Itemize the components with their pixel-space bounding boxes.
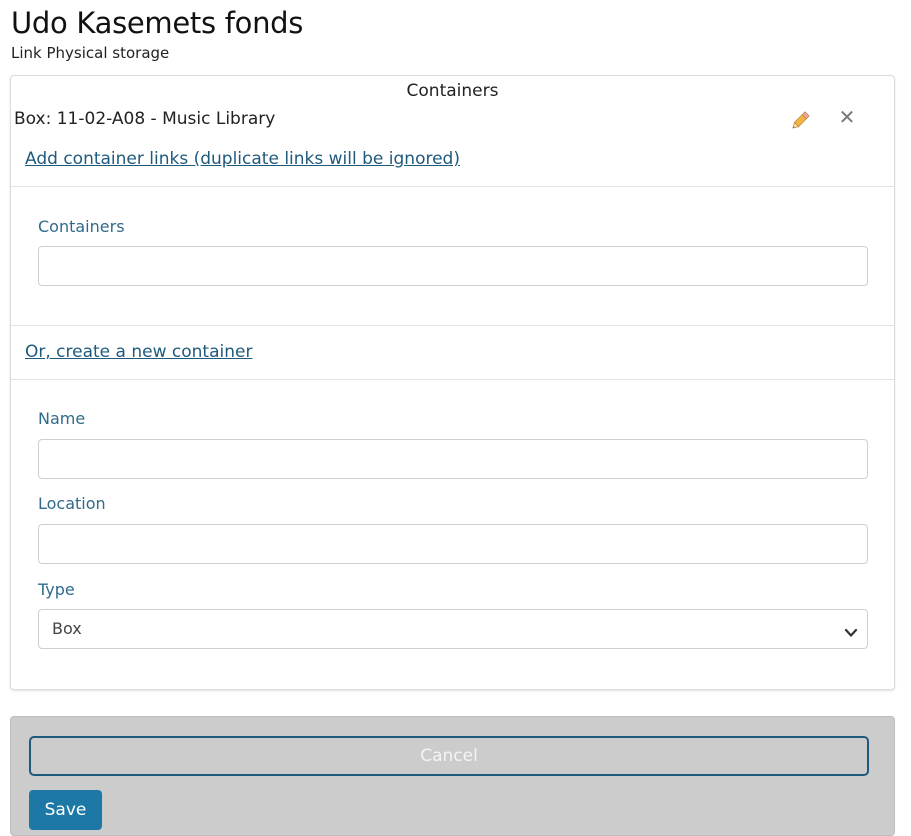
name-input[interactable] — [38, 439, 868, 479]
add-container-links-link[interactable]: Add container links (duplicate links wil… — [25, 149, 460, 169]
form-actions: Cancel Save — [10, 716, 895, 836]
cancel-button[interactable]: Cancel — [29, 736, 869, 776]
type-field-label: Type — [38, 580, 75, 599]
containers-panel: Containers Box: 11-02-A08 - Music Librar… — [10, 75, 895, 690]
page-subtitle: Link Physical storage — [11, 44, 170, 62]
panel-heading: Containers — [406, 81, 499, 101]
location-input[interactable] — [38, 524, 868, 564]
type-select-value: Box — [52, 619, 82, 638]
chevron-down-icon — [841, 619, 861, 639]
save-button[interactable]: Save — [29, 790, 102, 830]
divider — [11, 379, 894, 380]
close-icon[interactable]: ✕ — [837, 106, 857, 128]
name-field-label: Name — [38, 409, 86, 428]
containers-field-label: Containers — [38, 217, 125, 236]
pencil-icon[interactable] — [789, 110, 811, 132]
page-title: Udo Kasemets fonds — [11, 6, 304, 40]
type-select[interactable]: Box — [38, 609, 868, 649]
divider — [11, 186, 894, 187]
divider — [11, 325, 894, 326]
create-new-container-link[interactable]: Or, create a new container — [25, 342, 252, 362]
container-item-label: Box: 11-02-A08 - Music Library — [14, 109, 276, 129]
containers-input[interactable] — [38, 246, 868, 286]
location-field-label: Location — [38, 494, 106, 513]
